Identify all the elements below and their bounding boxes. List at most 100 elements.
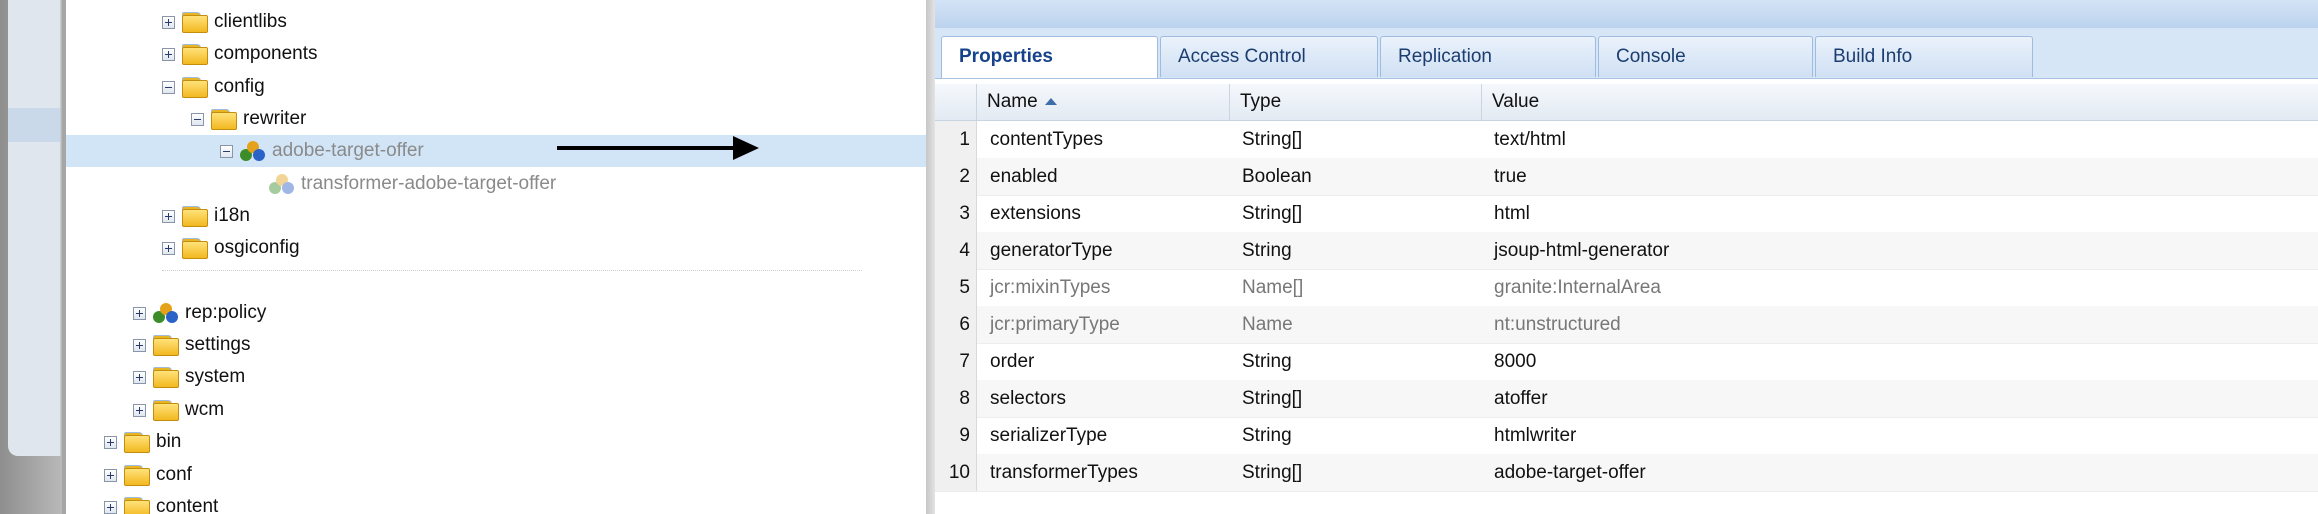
row-number: 4 [935, 232, 977, 269]
expand-icon[interactable] [133, 404, 146, 417]
tree-node-label: bin [156, 431, 182, 452]
tree-node-components[interactable]: components [66, 38, 926, 70]
tree-node-label: settings [185, 334, 251, 355]
table-row[interactable]: 1 contentTypes String[] text/html [935, 121, 2318, 159]
column-header-name[interactable]: Name [977, 84, 1230, 120]
tree-node-system[interactable]: system [66, 361, 926, 393]
cell-type: String[] [1242, 462, 1303, 483]
expand-icon[interactable] [133, 339, 146, 352]
row-number: 8 [935, 380, 977, 417]
panel-splitter[interactable] [926, 0, 935, 514]
cell-name: selectors [990, 388, 1067, 409]
tree-node-wcm[interactable]: wcm [66, 394, 926, 426]
row-number-header [935, 84, 977, 120]
cell-value: atoffer [1494, 388, 1548, 409]
tree-node-label: transformer-adobe-target-offer [301, 173, 557, 194]
repository-tree: clientlibs components config rewriter ad… [66, 0, 926, 514]
cell-name: jcr:mixinTypes [990, 277, 1111, 298]
table-row[interactable]: 10 transformerTypes String[] adobe-targe… [935, 454, 2318, 492]
folder-icon [182, 77, 208, 98]
expand-icon[interactable] [133, 307, 146, 320]
node-icon [269, 173, 295, 197]
cell-value: text/html [1494, 129, 1566, 150]
table-row[interactable]: 2 enabled Boolean true [935, 158, 2318, 196]
tree-node-osgiconfig[interactable]: osgiconfig [66, 232, 926, 264]
row-number: 2 [935, 158, 977, 195]
column-header-label: Value [1492, 91, 1540, 112]
cell-value: adobe-target-offer [1494, 462, 1646, 483]
expand-icon[interactable] [104, 469, 117, 482]
tree-node-adobe-target-offer[interactable]: adobe-target-offer [66, 135, 926, 167]
node-icon [153, 302, 179, 326]
expand-icon[interactable] [104, 501, 117, 514]
tree-node-rewriter[interactable]: rewriter [66, 103, 926, 135]
cell-type: String[] [1242, 388, 1303, 409]
table-row[interactable]: 8 selectors String[] atoffer [935, 380, 2318, 418]
folder-icon [153, 400, 179, 421]
cell-name: jcr:primaryType [990, 314, 1120, 335]
expand-icon[interactable] [162, 242, 175, 255]
tree-node-conf[interactable]: conf [66, 459, 926, 491]
cell-type: String [1242, 425, 1292, 446]
tab-strip: Properties Access Control Replication Co… [935, 28, 2318, 79]
tree-node-transformer-adobe-target-offer[interactable]: transformer-adobe-target-offer [66, 168, 926, 200]
row-number: 1 [935, 121, 977, 158]
annotation-arrow [557, 146, 735, 150]
tab-access-control[interactable]: Access Control [1160, 36, 1378, 77]
tree-node-label: adobe-target-offer [272, 140, 424, 161]
tab-build-info[interactable]: Build Info [1815, 36, 2033, 77]
panel-header [935, 0, 2318, 28]
tree-node-label: wcm [185, 399, 225, 420]
folder-icon [153, 367, 179, 388]
table-row[interactable]: 7 order String 8000 [935, 343, 2318, 381]
outer-tree-selection [8, 108, 60, 142]
sort-ascending-icon [1044, 98, 1057, 105]
expand-icon[interactable] [162, 210, 175, 223]
table-row[interactable]: 3 extensions String[] html [935, 195, 2318, 233]
cell-type: String [1242, 351, 1292, 372]
cell-name: enabled [990, 166, 1058, 187]
collapse-icon[interactable] [162, 81, 175, 94]
tree-node-label: conf [156, 464, 192, 485]
cell-type: String [1242, 240, 1292, 261]
tree-node-config[interactable]: config [66, 71, 926, 103]
grid-header: Name Type Value [935, 84, 2318, 121]
cell-type: String[] [1242, 129, 1303, 150]
folder-icon [153, 335, 179, 356]
tree-separator [162, 270, 862, 273]
row-number: 5 [935, 269, 977, 306]
cell-name: serializerType [990, 425, 1108, 446]
tree-node-i18n[interactable]: i18n [66, 200, 926, 232]
collapse-icon[interactable] [191, 113, 204, 126]
tree-node-label: i18n [214, 205, 250, 226]
cell-type: Name[] [1242, 277, 1304, 298]
table-row[interactable]: 6 jcr:primaryType Name nt:unstructured [935, 306, 2318, 344]
column-header-type[interactable]: Type [1230, 84, 1482, 120]
tab-replication[interactable]: Replication [1380, 36, 1596, 77]
tree-node-settings[interactable]: settings [66, 329, 926, 361]
collapse-icon[interactable] [220, 145, 233, 158]
expand-icon[interactable] [133, 371, 146, 384]
tree-node-clientlibs[interactable]: clientlibs [66, 6, 926, 38]
tree-node-label: osgiconfig [214, 237, 300, 258]
column-header-label: Name [987, 91, 1038, 112]
tree-node-content[interactable]: content [66, 491, 926, 514]
table-row[interactable]: 5 jcr:mixinTypes Name[] granite:Internal… [935, 269, 2318, 307]
row-number: 3 [935, 195, 977, 232]
cell-name: contentTypes [990, 129, 1104, 150]
table-row[interactable]: 9 serializerType String htmlwriter [935, 417, 2318, 455]
table-row[interactable]: 4 generatorType String jsoup-html-genera… [935, 232, 2318, 270]
expand-icon[interactable] [162, 48, 175, 61]
expand-icon[interactable] [162, 16, 175, 29]
column-header-value[interactable]: Value [1482, 84, 2318, 120]
tab-console[interactable]: Console [1598, 36, 1813, 77]
tree-node-bin[interactable]: bin [66, 426, 926, 458]
expand-icon[interactable] [104, 436, 117, 449]
cell-type: Name [1242, 314, 1293, 335]
node-icon [240, 140, 266, 164]
cell-type: Boolean [1242, 166, 1312, 187]
folder-icon [124, 465, 150, 486]
cell-name: order [990, 351, 1035, 372]
tab-properties[interactable]: Properties [941, 36, 1158, 78]
tree-node-rep-policy[interactable]: rep:policy [66, 297, 926, 329]
